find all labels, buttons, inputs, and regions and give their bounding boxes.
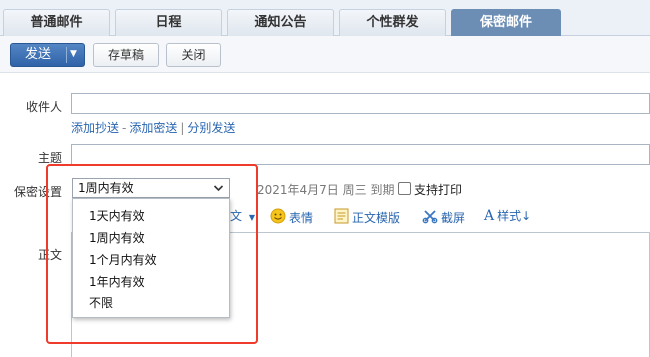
recipient-label: 收件人 [25,100,62,114]
screenshot-label: 截屏 [441,211,466,225]
recipient-input[interactable] [71,93,650,114]
emoji-button[interactable]: 表情 [270,208,313,226]
style-label: 样式 [497,209,522,223]
send-button-label: 发送 [24,47,51,62]
separate-send-link[interactable]: 分别发送 [187,121,235,135]
support-print-label[interactable]: 支持打印 [414,181,462,198]
add-cc-link[interactable]: 添加抄送 [71,121,119,135]
smiley-icon [270,208,286,229]
scissors-icon [422,208,438,229]
link-separator: - [122,121,127,135]
tab-confidential-mail[interactable]: 保密邮件 [451,9,561,36]
expire-date-text: 2021年4月7日 周三 到期 [257,183,395,197]
save-draft-button[interactable]: 存草稿 [93,43,159,67]
tab-notice[interactable]: 通知公告 [227,9,334,36]
body-template-button[interactable]: 正文模版 [334,208,400,226]
body-template-label: 正文模版 [352,211,401,225]
tab-schedule[interactable]: 日程 [115,9,222,36]
close-button[interactable]: 关闭 [166,43,221,67]
send-options-icon[interactable]: ▼ [70,44,77,65]
style-button[interactable]: A 样式↓ [484,208,531,226]
tab-personal-group[interactable]: 个性群发 [339,9,446,36]
support-print-checkbox[interactable] [398,182,411,195]
link-separator: | [180,121,185,135]
emoji-label: 表情 [289,211,314,225]
tab-normal-mail[interactable]: 普通邮件 [3,9,110,36]
add-bcc-link[interactable]: 添加密送 [129,121,177,135]
template-icon [334,208,349,229]
screenshot-button[interactable]: 截屏 [422,208,465,226]
style-dropdown-icon: ↓ [521,209,532,223]
highlight-box [46,164,258,344]
tab-bar: 普通邮件 日程 通知公告 个性群发 保密邮件 [0,0,650,36]
subject-input[interactable] [71,144,650,165]
send-button[interactable]: 发送 ▼ [10,43,85,67]
recipient-links: 添加抄送 - 添加密送 | 分别发送 [71,119,235,136]
compose-toolbar: 发送 ▼ 存草稿 关闭 [0,36,650,73]
send-divider [66,47,67,63]
font-style-icon: A [484,208,495,224]
